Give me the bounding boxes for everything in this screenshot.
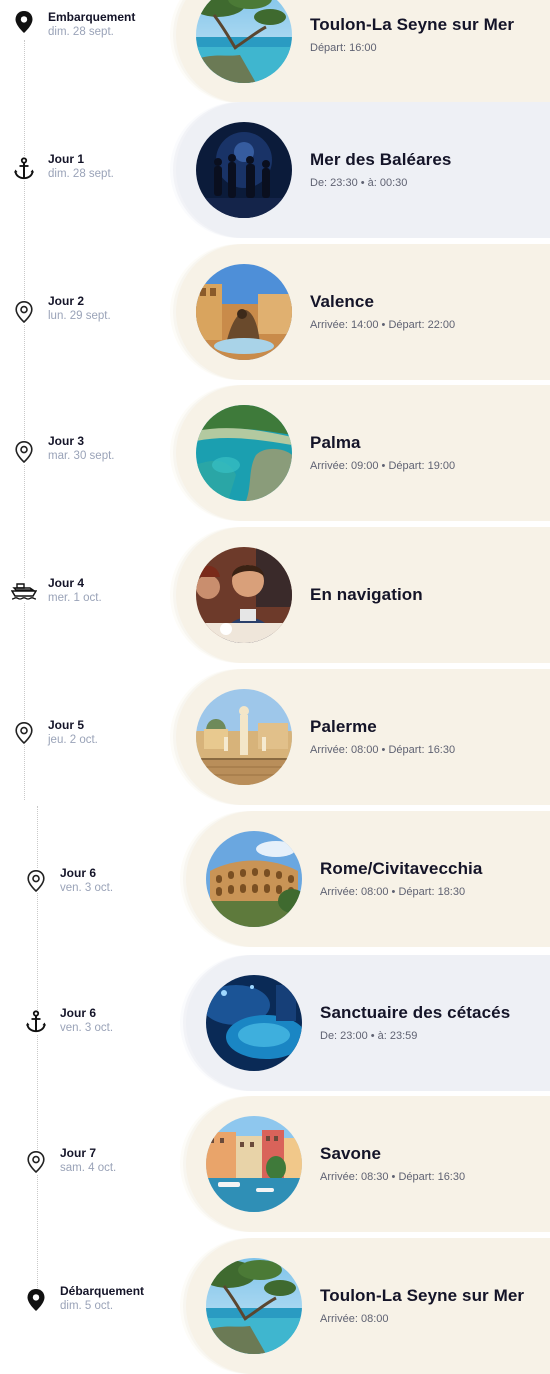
stop-title: En navigation <box>310 585 423 604</box>
stop-photo <box>206 831 302 927</box>
stop-times: Arrivée: 14:00 • Départ: 22:00 <box>310 319 456 331</box>
day-name: Embarquement <box>48 10 136 24</box>
day-date: jeu. 2 oct. <box>48 734 98 746</box>
stop-times: Arrivée: 08:30 • Départ: 16:30 <box>320 1171 466 1183</box>
itinerary-stop-card[interactable]: Savone Arrivée: 08:30 • Départ: 16:30 <box>186 1096 550 1232</box>
day-name: Débarquement <box>60 1284 145 1298</box>
day-date: mer. 1 oct. <box>48 592 102 604</box>
timeline-connector <box>24 40 25 800</box>
day-date: sam. 4 oct. <box>60 1162 117 1174</box>
stop-photo <box>206 1116 302 1212</box>
stop-times: Arrivée: 08:00 • Départ: 16:30 <box>310 744 456 756</box>
itinerary-stop-card[interactable]: Valence Arrivée: 14:00 • Départ: 22:00 <box>176 244 550 380</box>
pin-filled-icon <box>23 1288 49 1312</box>
stop-photo <box>196 547 292 643</box>
stop-times: De: 23:30 • à: 00:30 <box>310 177 408 189</box>
stop-photo <box>206 975 302 1071</box>
itinerary-timeline: Embarquement dim. 28 sept. Toulon-La Seyne… <box>0 0 550 1374</box>
day-date: dim. 5 oct. <box>60 1300 114 1312</box>
itinerary-stop-card[interactable]: Palma Arrivée: 09:00 • Départ: 19:00 <box>176 385 550 521</box>
day-name: Jour 5 <box>48 718 85 732</box>
itinerary-stop-card[interactable]: En navigation <box>176 527 550 663</box>
day-label: Jour 3 mar. 30 sept. <box>48 434 188 463</box>
day-date: dim. 28 sept. <box>48 26 114 38</box>
stop-photo <box>196 405 292 501</box>
stop-title: Mer des Baléares <box>310 150 452 169</box>
day-date: ven. 3 oct. <box>60 882 114 894</box>
stop-times: De: 23:00 • à: 23:59 <box>320 1030 418 1042</box>
anchor-icon <box>23 1010 49 1034</box>
day-label: Jour 7 sam. 4 oct. <box>60 1146 200 1175</box>
stop-title: Palerme <box>310 717 377 736</box>
stop-title: Savone <box>320 1144 382 1163</box>
day-label: Débarquement dim. 5 oct. <box>60 1284 200 1313</box>
itinerary-stop-card[interactable]: Toulon-La Seyne sur Mer Arrivée: 08:00 <box>186 1238 550 1374</box>
itinerary-stop-card[interactable]: Rome/Civitavecchia Arrivée: 08:00 • Dépar… <box>186 811 550 947</box>
pin-outline-icon <box>11 440 37 464</box>
pin-filled-icon <box>11 10 37 34</box>
stop-title: Valence <box>310 292 375 311</box>
stop-times: Départ: 16:00 <box>310 42 377 54</box>
itinerary-stop-card[interactable]: Mer des Baléares De: 23:30 • à: 00:30 <box>176 102 550 238</box>
day-label: Embarquement dim. 28 sept. <box>48 10 188 39</box>
stop-times: Arrivée: 08:00 <box>320 1313 389 1325</box>
day-date: lun. 29 sept. <box>48 310 111 322</box>
day-name: Jour 1 <box>48 152 85 166</box>
itinerary-stop-card[interactable]: Sanctuaire des cétacés De: 23:00 • à: 23:… <box>186 955 550 1091</box>
stop-title: Sanctuaire des cétacés <box>320 1003 511 1022</box>
pin-outline-icon <box>23 869 49 893</box>
day-label: Jour 2 lun. 29 sept. <box>48 294 188 323</box>
stop-title: Palma <box>310 433 361 452</box>
day-name: Jour 2 <box>48 294 85 308</box>
pin-outline-icon <box>11 721 37 745</box>
day-date: ven. 3 oct. <box>60 1022 114 1034</box>
stop-times: Arrivée: 08:00 • Départ: 18:30 <box>320 886 466 898</box>
pin-outline-icon <box>23 1150 49 1174</box>
stop-photo <box>206 1258 302 1354</box>
day-label: Jour 6 ven. 3 oct. <box>60 1006 200 1035</box>
day-date: dim. 28 sept. <box>48 168 114 180</box>
day-name: Jour 3 <box>48 434 85 448</box>
day-label: Jour 1 dim. 28 sept. <box>48 152 188 181</box>
stop-photo <box>196 122 292 218</box>
stop-photo <box>196 0 292 83</box>
day-name: Jour 7 <box>60 1146 97 1160</box>
day-label: Jour 5 jeu. 2 oct. <box>48 718 188 747</box>
day-date: mar. 30 sept. <box>48 450 115 462</box>
anchor-icon <box>11 157 37 181</box>
stop-photo <box>196 689 292 785</box>
day-label: Jour 4 mer. 1 oct. <box>48 576 188 605</box>
day-label: Jour 6 ven. 3 oct. <box>60 866 200 895</box>
day-name: Jour 4 <box>48 576 85 590</box>
day-name: Jour 6 <box>60 1006 97 1020</box>
day-name: Jour 6 <box>60 866 97 880</box>
stop-title: Toulon-La Seyne sur Mer <box>320 1286 525 1305</box>
itinerary-stop-card[interactable]: Palerme Arrivée: 08:00 • Départ: 16:30 <box>176 669 550 805</box>
itinerary-stop-card[interactable]: Toulon-La Seyne sur Mer Départ: 16:00 <box>176 0 550 103</box>
stop-photo <box>196 264 292 360</box>
stop-title: Rome/Civitavecchia <box>320 859 483 878</box>
pin-outline-icon <box>11 300 37 324</box>
stop-title: Toulon-La Seyne sur Mer <box>310 15 515 34</box>
ship-icon <box>11 579 37 603</box>
stop-times: Arrivée: 09:00 • Départ: 19:00 <box>310 460 456 472</box>
